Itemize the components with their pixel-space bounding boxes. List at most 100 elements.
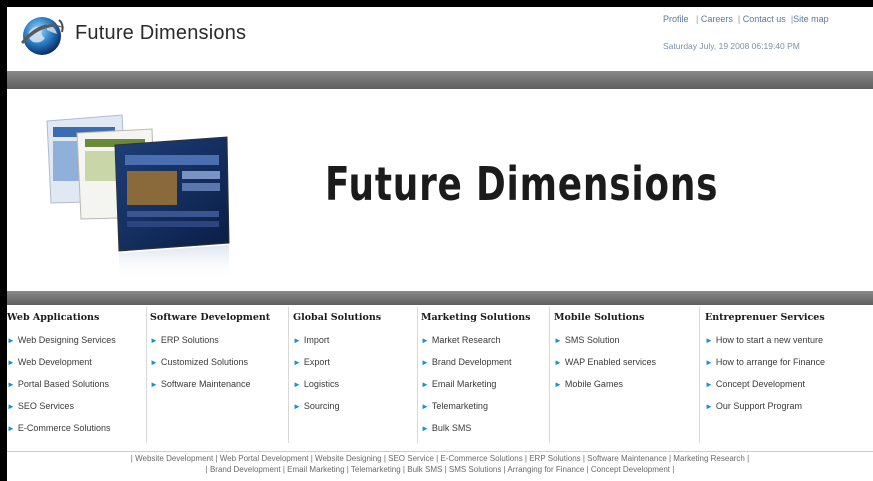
menu-item[interactable]: ► How to start a new venture: [705, 329, 825, 351]
menu-columns: Web Applications ► Web Designing Services…: [7, 307, 873, 447]
menu-item[interactable]: ► SEO Services: [7, 395, 116, 417]
menu-item[interactable]: ► Sourcing: [293, 395, 381, 417]
brand-name: Future Dimensions: [75, 22, 247, 44]
arrow-icon: ►: [705, 358, 713, 367]
menu-item[interactable]: ► Customized Solutions: [150, 351, 270, 373]
menu-column-software-development: Software Development ► ERP Solutions ► Cus…: [150, 307, 270, 395]
separator: |: [691, 14, 699, 24]
arrow-icon: ►: [705, 402, 713, 411]
menu-item[interactable]: ► Our Support Program: [705, 395, 825, 417]
arrow-icon: ►: [7, 380, 15, 389]
arrow-icon: ►: [705, 336, 713, 345]
menu-item[interactable]: ► Bulk SMS: [421, 417, 530, 439]
top-links: Profile | Careers | Contact us |Site map: [663, 14, 829, 24]
page: Future Dimensions Profile | Careers | Co…: [7, 7, 873, 481]
arrow-icon: ►: [421, 402, 429, 411]
menu-column-entreprenuer-services: Entreprenuer Services ► How to start a ne…: [705, 307, 825, 417]
menu-item-label: Sourcing: [303, 401, 340, 411]
column-divider: [549, 307, 550, 443]
menu-item-label: Telemarketing: [431, 401, 488, 411]
menu-item-label: Bulk SMS: [431, 423, 472, 433]
arrow-icon: ►: [150, 358, 158, 367]
column-heading: Global Solutions: [293, 312, 382, 323]
menu-item[interactable]: ► SMS Solution: [554, 329, 656, 351]
menu-item[interactable]: ► Software Maintenance: [150, 373, 270, 395]
menu-item-label: ERP Solutions: [160, 335, 219, 345]
menu-item[interactable]: ► Brand Development: [421, 351, 530, 373]
menu-item-label: Software Maintenance: [160, 379, 251, 389]
menu-column-global-solutions: Global Solutions ► Import ► Export ► Logist…: [293, 307, 381, 417]
column-heading: Software Development: [150, 312, 271, 323]
column-divider: [288, 307, 289, 443]
column-divider: [417, 307, 418, 443]
banner: Future Dimensions: [7, 89, 873, 291]
menu-item-label: WAP Enabled services: [564, 357, 656, 367]
menu-item[interactable]: ► Email Marketing: [421, 373, 530, 395]
website-screenshots-image: [46, 114, 230, 281]
arrow-icon: ►: [554, 358, 562, 367]
menu-item-label: SEO Services: [17, 401, 74, 411]
arrow-icon: ►: [421, 380, 429, 389]
menu-item-label: SMS Solution: [564, 335, 620, 345]
separator: |: [735, 14, 741, 24]
menu-item-label: Logistics: [303, 379, 339, 389]
menu-item[interactable]: ► Mobile Games: [554, 373, 656, 395]
datetime: Saturday July, 19 2008 06:19:40 PM: [663, 41, 800, 51]
menu-item[interactable]: ► Concept Development: [705, 373, 825, 395]
menu-item[interactable]: ► Export: [293, 351, 381, 373]
arrow-icon: ►: [554, 336, 562, 345]
link-careers[interactable]: Careers: [701, 14, 733, 24]
arrow-icon: ►: [705, 380, 713, 389]
arrow-icon: ►: [554, 380, 562, 389]
footer-links-line-2[interactable]: | Brand Development | Email Marketing | …: [7, 464, 873, 475]
arrow-icon: ►: [421, 336, 429, 345]
globe-logo-icon[interactable]: [17, 10, 67, 60]
menu-item-label: Export: [303, 357, 330, 367]
menu-item[interactable]: ► Web Development: [7, 351, 116, 373]
menu-item[interactable]: ► WAP Enabled services: [554, 351, 656, 373]
menu-item[interactable]: ► ERP Solutions: [150, 329, 270, 351]
menu-item-label: How to start a new venture: [715, 335, 823, 345]
arrow-icon: ►: [293, 380, 301, 389]
footer-links-line-1[interactable]: | Website Development | Web Portal Devel…: [7, 453, 873, 464]
menu-item-label: E-Commerce Solutions: [17, 423, 111, 433]
menu-column-web-applications: Web Applications ► Web Designing Services…: [7, 307, 116, 439]
column-divider: [146, 307, 147, 443]
footer-links: | Website Development | Web Portal Devel…: [7, 453, 873, 475]
menu-item[interactable]: ► E-Commerce Solutions: [7, 417, 116, 439]
arrow-icon: ►: [150, 380, 158, 389]
menu-item[interactable]: ► Market Research: [421, 329, 530, 351]
top-divider-bar: [7, 71, 873, 89]
column-heading: Entreprenuer Services: [705, 312, 825, 323]
menu-item-label: Web Designing Services: [17, 335, 116, 345]
arrow-icon: ►: [421, 424, 429, 433]
menu-item-label: How to arrange for Finance: [715, 357, 825, 367]
arrow-icon: ►: [7, 424, 15, 433]
column-divider: [699, 307, 700, 443]
arrow-icon: ►: [7, 336, 15, 345]
arrow-icon: ►: [293, 358, 301, 367]
menu-item[interactable]: ► Telemarketing: [421, 395, 530, 417]
column-heading: Web Applications: [7, 312, 100, 323]
menu-column-mobile-solutions: Mobile Solutions ► SMS Solution ► WAP Enab…: [554, 307, 656, 395]
link-contact-us[interactable]: Contact us: [743, 14, 786, 24]
banner-title: Future Dimensions: [325, 157, 719, 211]
menu-item-label: Our Support Program: [715, 401, 802, 411]
link-site-map[interactable]: Site map: [793, 14, 829, 24]
menu-item[interactable]: ► Import: [293, 329, 381, 351]
menu-item[interactable]: ► Web Designing Services: [7, 329, 116, 351]
menu-item-label: Web Development: [17, 357, 92, 367]
menu-item-label: Market Research: [431, 335, 501, 345]
arrow-icon: ►: [293, 336, 301, 345]
header: Future Dimensions Profile | Careers | Co…: [7, 7, 873, 69]
menu-item[interactable]: ► Logistics: [293, 373, 381, 395]
menu-item-label: Customized Solutions: [160, 357, 248, 367]
menu-item-label: Portal Based Solutions: [17, 379, 109, 389]
menu-item[interactable]: ► How to arrange for Finance: [705, 351, 825, 373]
menu-item[interactable]: ► Portal Based Solutions: [7, 373, 116, 395]
link-profile[interactable]: Profile: [663, 14, 689, 24]
column-heading: Marketing Solutions: [421, 312, 531, 323]
arrow-icon: ►: [7, 402, 15, 411]
menu-item-label: Import: [303, 335, 330, 345]
arrow-icon: ►: [293, 402, 301, 411]
